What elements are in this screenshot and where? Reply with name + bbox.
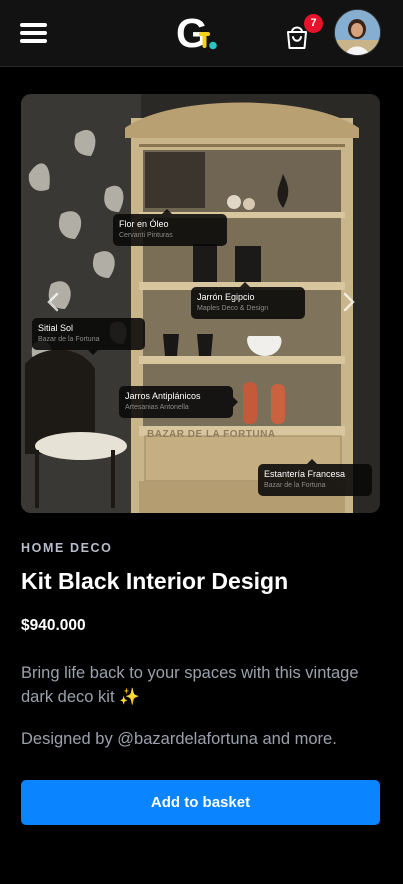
tag-name: Jarros Antiplánicos	[125, 391, 201, 401]
product-tag-jarros-antiplanicos[interactable]: Jarros Antiplánicos Artesanias Antonella	[119, 386, 238, 418]
tag-shop: Artesanias Antonella	[125, 404, 189, 411]
tag-shop: Maples Deco & Design	[197, 305, 269, 312]
product-title: Kit Black Interior Design	[21, 568, 289, 594]
product-price: $940.000	[21, 617, 86, 634]
product-credit: Designed by @bazardelafortuna and more.	[21, 730, 337, 748]
add-to-basket-button[interactable]: Add to basket	[21, 780, 380, 825]
tag-name: Jarrón Egipcio	[197, 292, 255, 302]
chevron-left-icon[interactable]	[43, 290, 63, 314]
tag-shop: Bazar de la Fortuna	[38, 336, 100, 343]
tag-name: Flor en Óleo	[119, 219, 169, 229]
top-bar: G 7	[0, 0, 403, 67]
photo-watermark: BAZAR DE LA FORTUNA	[147, 429, 276, 440]
product-tag-sitial-sol[interactable]: Sitial Sol Bazar de la Fortuna	[32, 318, 145, 355]
tag-shop: Cervanti Pinturas	[119, 232, 173, 239]
product-tag-flor-en-oleo[interactable]: Flor en Óleo Cervanti Pinturas	[113, 209, 227, 246]
tag-shop: Bazar de la Fortuna	[264, 482, 326, 489]
user-avatar[interactable]	[334, 9, 381, 56]
product-tag-jarron-egipcio[interactable]: Jarrón Egipcio Maples Deco & Design	[191, 282, 305, 319]
brand-logo[interactable]: G	[176, 12, 220, 54]
tag-name: Estantería Francesa	[264, 469, 346, 479]
hamburger-menu-icon[interactable]	[20, 23, 48, 43]
tag-name: Sitial Sol	[38, 323, 74, 333]
chevron-right-icon[interactable]	[339, 290, 359, 314]
product-category: HOME DECO	[21, 541, 113, 555]
product-tag-estanteria-francesa[interactable]: Estantería Francesa Bazar de la Fortuna	[258, 459, 372, 496]
cart-count-badge: 7	[304, 14, 323, 33]
product-image[interactable]: BAZAR DE LA FORTUNA Flor en Óleo Cervant…	[21, 94, 380, 513]
product-description: Bring life back to your spaces with this…	[21, 664, 359, 706]
